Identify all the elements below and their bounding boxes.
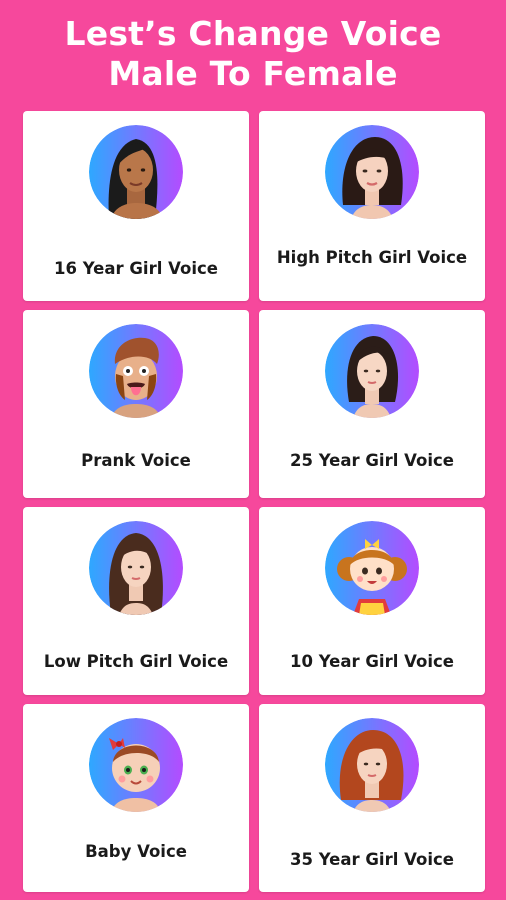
voice-card-25-year-girl[interactable]: 25 Year Girl Voice <box>259 310 485 498</box>
long-hair-woman-avatar-icon <box>89 521 183 615</box>
prank-man-avatar-icon <box>89 324 183 418</box>
voice-card-high-pitch-girl[interactable]: High Pitch Girl Voice <box>259 111 485 301</box>
young-woman-avatar-icon <box>325 324 419 418</box>
page-title-line-1: Lest’s Change Voice <box>64 14 442 53</box>
voice-card-label: 35 Year Girl Voice <box>290 850 454 869</box>
page-header: Lest’s Change Voice Male To Female <box>0 0 506 106</box>
voice-card-label: Low Pitch Girl Voice <box>43 652 229 671</box>
red-hair-woman-avatar-icon <box>325 718 419 812</box>
baby-avatar-icon <box>89 718 183 812</box>
teen-girl-avatar-icon <box>89 125 183 219</box>
voice-card-label: Prank Voice <box>81 451 191 470</box>
voice-card-baby[interactable]: Baby Voice <box>23 704 249 892</box>
voice-card-label: 25 Year Girl Voice <box>290 451 454 470</box>
voice-card-label: 16 Year Girl Voice <box>54 259 218 278</box>
voice-card-label: Baby Voice <box>85 842 187 861</box>
voice-grid: 16 Year Girl Voice High Pitch Girl Voice <box>23 111 485 894</box>
woman-avatar-icon <box>325 125 419 219</box>
voice-card-16-year-girl[interactable]: 16 Year Girl Voice <box>23 111 249 301</box>
voice-card-35-year-girl[interactable]: 35 Year Girl Voice <box>259 704 485 892</box>
child-girl-avatar-icon <box>325 521 419 615</box>
voice-card-label: High Pitch Girl Voice <box>276 248 468 267</box>
page-title-line-2: Male To Female <box>108 54 398 93</box>
voice-card-low-pitch-girl[interactable]: Low Pitch Girl Voice <box>23 507 249 695</box>
voice-card-prank[interactable]: Prank Voice <box>23 310 249 498</box>
voice-card-label: 10 Year Girl Voice <box>290 652 454 671</box>
voice-card-10-year-girl[interactable]: 10 Year Girl Voice <box>259 507 485 695</box>
